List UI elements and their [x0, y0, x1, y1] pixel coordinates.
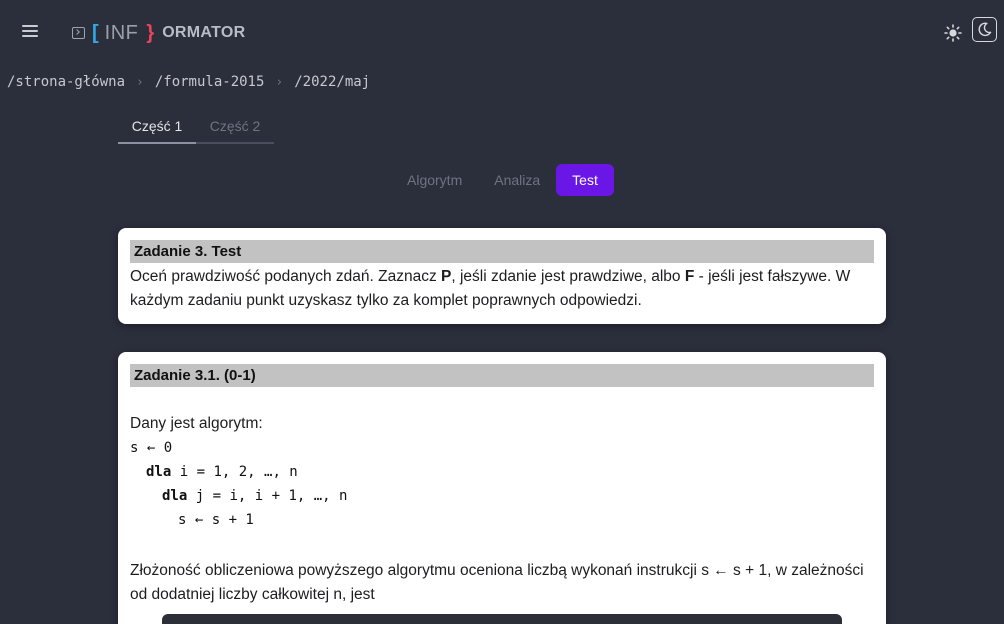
logo-bracket-open: [ [92, 21, 99, 44]
chevron-right-icon: › [136, 74, 144, 90]
subtask-title: Zadanie 3.1. (0-1) [130, 364, 874, 387]
subtask-lead: Dany jest algorytm: [130, 415, 263, 432]
logo-inf: INF [104, 21, 139, 44]
logo-bracket-close: } [146, 21, 155, 44]
top-bar: [ INF } ORMATOR [0, 0, 1004, 64]
tab-part-2[interactable]: Część 2 [196, 118, 274, 144]
answer-table [162, 614, 842, 624]
code-line-1: s ← 0 [130, 440, 173, 456]
breadcrumb-formula[interactable]: /formula-2015 [155, 74, 265, 90]
task-title: Zadanie 3. Test [130, 240, 874, 263]
terminal-icon [72, 27, 85, 39]
sun-icon[interactable] [944, 24, 962, 42]
moon-icon [978, 22, 992, 37]
code-line-4: s ← s + 1 [178, 512, 254, 528]
mode-tabs: Algorytm Analiza Test [391, 164, 614, 196]
subtask-question: Złożoność obliczeniowa powyższego algory… [130, 562, 864, 603]
tab-test[interactable]: Test [556, 164, 614, 196]
app-logo[interactable]: [ INF } ORMATOR [72, 20, 245, 46]
code-line-3: dla j = i, i + 1, …, n [162, 488, 348, 504]
tab-analiza[interactable]: Analiza [478, 164, 556, 196]
breadcrumb-home[interactable]: /strona-główna [7, 74, 125, 90]
breadcrumb-exam[interactable]: /2022/maj [294, 74, 370, 90]
dark-mode-toggle[interactable] [972, 17, 997, 42]
logo-suffix: ORMATOR [162, 24, 246, 41]
part-tabs: Część 1 Część 2 [118, 118, 274, 144]
task-instructions: Oceń prawdziwość podanych zdań. Zaznacz … [130, 268, 851, 309]
chevron-right-icon: › [275, 74, 284, 90]
subtask-card: Zadanie 3.1. (0-1) Dany jest algorytm: s… [118, 352, 886, 624]
breadcrumb: /strona-główna › /formula-2015 › /2022/m… [7, 74, 370, 90]
code-line-2: dla i = 1, 2, …, n [146, 464, 298, 480]
tab-algorytm[interactable]: Algorytm [391, 164, 478, 196]
task-card: Zadanie 3. Test Oceń prawdziwość podanyc… [118, 228, 886, 324]
hamburger-icon[interactable] [22, 24, 38, 38]
tab-part-1[interactable]: Część 1 [118, 118, 196, 144]
